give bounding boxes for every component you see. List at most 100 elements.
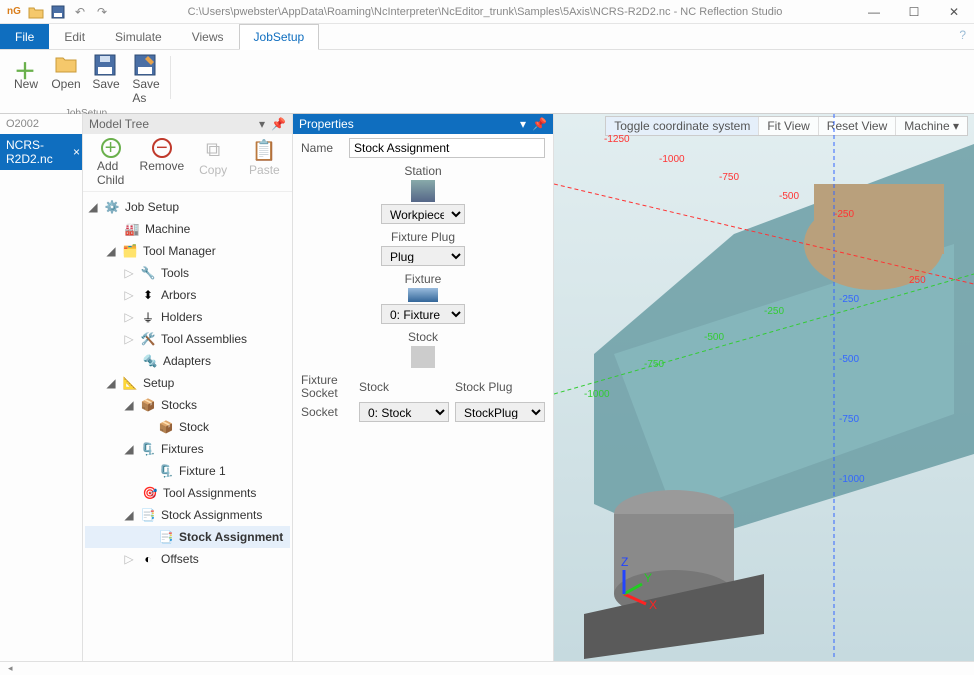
redo-icon[interactable]: ↷: [94, 4, 110, 20]
status-expand-icon[interactable]: ◂: [8, 663, 13, 674]
setup-icon: 📐: [121, 374, 139, 392]
fixtureplug-select[interactable]: Plug: [381, 246, 465, 266]
tree-node-stock[interactable]: 📦Stock: [85, 416, 290, 438]
tree-body[interactable]: ◢⚙️Job Setup 🏭Machine ◢🗂️Tool Manager ▷🔧…: [83, 192, 292, 661]
fixture-icon: [408, 288, 438, 302]
close-button[interactable]: ✕: [934, 0, 974, 24]
undo-icon[interactable]: ↶: [72, 4, 88, 20]
tree-node-tools[interactable]: ▷🔧Tools: [85, 262, 290, 284]
tree-node-fixtures[interactable]: ◢🗜️Fixtures: [85, 438, 290, 460]
tree-node-offsets[interactable]: ▷◐Offsets: [85, 548, 290, 570]
tab-simulate[interactable]: Simulate: [100, 24, 177, 49]
save-icon[interactable]: [50, 4, 66, 20]
stockplug-select[interactable]: StockPlug: [455, 402, 545, 422]
stock-assign-icon: 📑: [139, 506, 157, 524]
col-stock: Stock: [359, 380, 449, 394]
arbor-icon: ⬍: [139, 286, 157, 304]
holder-icon: ⏚: [139, 308, 157, 326]
tree-node-toolmgr[interactable]: ◢🗂️Tool Manager: [85, 240, 290, 262]
tree-node-setup[interactable]: ◢📐Setup: [85, 372, 290, 394]
tick-green: -1000: [584, 389, 610, 400]
tree-toolbar: +Add Child −Remove ⧉Copy 📋Paste: [83, 134, 292, 192]
tree-node-machine[interactable]: 🏭Machine: [85, 218, 290, 240]
new-button[interactable]: ＋ New: [8, 52, 44, 107]
maximize-button[interactable]: ☐: [894, 0, 934, 24]
tree-node-arbors[interactable]: ▷⬍Arbors: [85, 284, 290, 306]
panel-pin-icon[interactable]: 📌: [532, 117, 547, 131]
remove-icon: −: [152, 138, 172, 158]
panel-minimize-icon[interactable]: ▾: [520, 117, 526, 131]
remove-button[interactable]: −Remove: [140, 138, 184, 187]
tick-green: -250: [764, 306, 784, 317]
tree-node-stocks[interactable]: ◢📦Stocks: [85, 394, 290, 416]
window-title: C:\Users\pwebster\AppData\Roaming\NcInte…: [116, 6, 854, 18]
panel-pin-icon[interactable]: 📌: [271, 117, 286, 131]
tick-red: -750: [719, 172, 739, 183]
tab-views[interactable]: Views: [177, 24, 239, 49]
folder-open-icon: [54, 54, 78, 76]
add-child-button[interactable]: +Add Child: [89, 138, 133, 187]
model-tree-panel: Model Tree ▾📌 +Add Child −Remove ⧉Copy 📋…: [83, 114, 293, 661]
tree-node-holders[interactable]: ▷⏚Holders: [85, 306, 290, 328]
workpiece-select[interactable]: Workpiece: [381, 204, 465, 224]
fixtureplug-label: Fixture Plug: [301, 230, 545, 244]
tree-node-jobsetup[interactable]: ◢⚙️Job Setup: [85, 196, 290, 218]
fixture-select[interactable]: 0: Fixture 1: [381, 304, 465, 324]
col-fixture-socket: Fixture Socket: [301, 374, 353, 400]
tree-node-stockassigns[interactable]: ◢📑Stock Assignments: [85, 504, 290, 526]
tree-node-toolasm[interactable]: ▷🛠️Tool Assemblies: [85, 328, 290, 350]
minimize-button[interactable]: —: [854, 0, 894, 24]
box-icon: 📦: [157, 418, 175, 436]
box-icon: 📦: [139, 396, 157, 414]
tool-manager-icon: 🗂️: [121, 242, 139, 260]
tick-blue: -500: [839, 354, 859, 365]
menu-bar: File Edit Simulate Views JobSetup ?: [0, 24, 974, 50]
panel-menu-icon[interactable]: ▾: [259, 117, 265, 131]
save-as-icon: [134, 54, 158, 76]
tick-red: 250: [909, 275, 926, 286]
open-folder-icon[interactable]: [28, 4, 44, 20]
close-tab-icon[interactable]: ×: [73, 145, 80, 159]
app-icon: nG: [6, 4, 22, 20]
tab-file[interactable]: File: [0, 24, 49, 49]
adapter-icon: 🔩: [141, 352, 159, 370]
tick-blue: -1000: [839, 474, 865, 485]
tab-edit[interactable]: Edit: [49, 24, 100, 49]
name-label: Name: [301, 141, 349, 155]
stock-icon: [411, 346, 435, 368]
paste-button[interactable]: 📋Paste: [242, 138, 286, 187]
row-socket-label: Socket: [301, 405, 353, 419]
tab-jobsetup[interactable]: JobSetup: [239, 24, 320, 50]
tick-red: -500: [779, 191, 799, 202]
stock-assign-icon: 📑: [157, 528, 175, 546]
tick-red: -250: [834, 209, 854, 220]
quick-access-toolbar: nG ↶ ↷: [0, 4, 116, 20]
ribbon: ＋ New Open Save Save As JobSetup: [0, 50, 974, 114]
properties-header: Properties ▾📌: [293, 114, 553, 134]
tree-node-fixture1[interactable]: 🗜️Fixture 1: [85, 460, 290, 482]
open-button[interactable]: Open: [48, 52, 84, 107]
help-icon[interactable]: ?: [959, 28, 966, 42]
stock-select[interactable]: 0: Stock: [359, 402, 449, 422]
workspace: O2002 NCRS-R2D2.nc × Model Tree ▾📌 +Add …: [0, 114, 974, 661]
name-input[interactable]: [349, 138, 545, 158]
program-panel: O2002 NCRS-R2D2.nc ×: [0, 114, 83, 661]
assembly-icon: 🛠️: [139, 330, 157, 348]
tree-node-stockassign[interactable]: 📑Stock Assignment: [85, 526, 290, 548]
tick-green: -750: [644, 359, 664, 370]
paste-icon: 📋: [252, 138, 276, 162]
gear-icon: ⚙️: [103, 198, 121, 216]
saveas-button[interactable]: Save As: [128, 52, 164, 107]
tree-node-adapters[interactable]: 🔩Adapters: [85, 350, 290, 372]
copy-button[interactable]: ⧉Copy: [191, 138, 235, 187]
ribbon-separator: [170, 56, 171, 99]
nc-file-tab[interactable]: NCRS-R2D2.nc ×: [0, 134, 82, 170]
tree-node-toolassign[interactable]: 🎯Tool Assignments: [85, 482, 290, 504]
save-button[interactable]: Save: [88, 52, 124, 107]
fixture-label: Fixture: [301, 272, 545, 286]
col-stockplug: Stock Plug: [455, 380, 545, 394]
model-tree-header: Model Tree ▾📌: [83, 114, 292, 134]
machine-icon: 🏭: [123, 220, 141, 238]
ribbon-group-jobsetup: ＋ New Open Save Save As JobSetup: [4, 52, 168, 113]
viewport-3d[interactable]: Toggle coordinate system Fit View Reset …: [554, 114, 974, 661]
